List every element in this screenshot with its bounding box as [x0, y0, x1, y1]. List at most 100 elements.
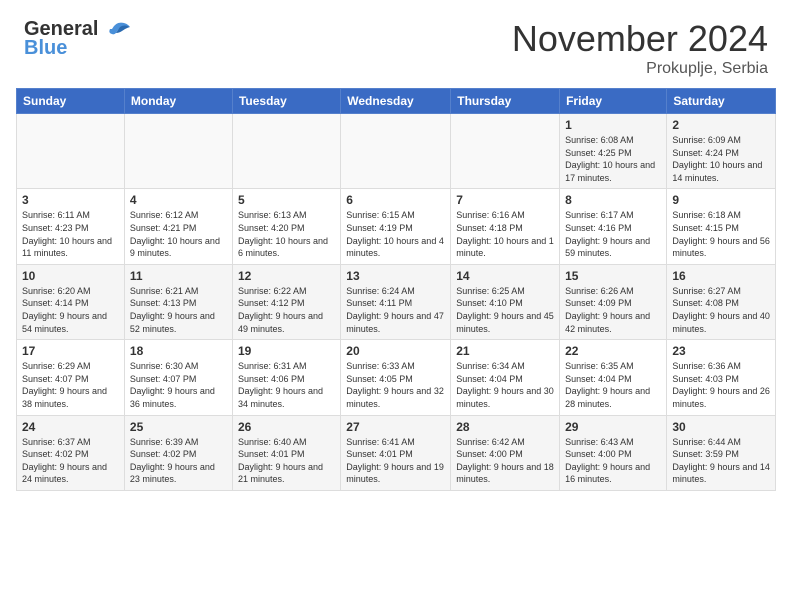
- day-info: Sunrise: 6:41 AM Sunset: 4:01 PM Dayligh…: [346, 436, 445, 486]
- day-number: 12: [238, 269, 335, 283]
- day-number: 21: [456, 344, 554, 358]
- calendar-day-cell: 3 Sunrise: 6:11 AM Sunset: 4:23 PM Daylig…: [17, 189, 125, 264]
- day-info: Sunrise: 6:13 AM Sunset: 4:20 PM Dayligh…: [238, 209, 335, 259]
- day-number: 2: [672, 118, 770, 132]
- calendar-day-cell: 9Sunrise: 6:18 AM Sunset: 4:15 PM Daylig…: [667, 189, 776, 264]
- calendar-day-cell: [341, 114, 451, 189]
- calendar-day-cell: 19 Sunrise: 6:31 AM Sunset: 4:06 PM Dayli…: [232, 340, 340, 415]
- day-number: 14: [456, 269, 554, 283]
- calendar-day-cell: 12 Sunrise: 6:22 AM Sunset: 4:12 PM Dayli…: [232, 264, 340, 339]
- location-subtitle: Prokuplje, Serbia: [512, 60, 768, 78]
- calendar-day-cell: 7Sunrise: 6:16 AM Sunset: 4:18 PM Daylig…: [451, 189, 560, 264]
- calendar-day-cell: 16Sunrise: 6:27 AM Sunset: 4:08 PM Dayli…: [667, 264, 776, 339]
- day-number: 4: [130, 193, 227, 207]
- calendar-day-cell: 29 Sunrise: 6:43 AM Sunset: 4:00 PM Dayli…: [560, 415, 667, 490]
- calendar-header-cell: Friday: [560, 89, 667, 114]
- day-info: Sunrise: 6:43 AM Sunset: 4:00 PM Dayligh…: [565, 436, 661, 486]
- calendar-day-cell: 11 Sunrise: 6:21 AM Sunset: 4:13 PM Dayli…: [124, 264, 232, 339]
- calendar-day-cell: [17, 114, 125, 189]
- calendar-day-cell: 28 Sunrise: 6:42 AM Sunset: 4:00 PM Dayli…: [451, 415, 560, 490]
- title-block: November 2024 Prokuplje, Serbia: [512, 18, 768, 78]
- day-number: 13: [346, 269, 445, 283]
- calendar-day-cell: 26 Sunrise: 6:40 AM Sunset: 4:01 PM Dayli…: [232, 415, 340, 490]
- calendar-header-cell: Sunday: [17, 89, 125, 114]
- calendar-week-row: 3 Sunrise: 6:11 AM Sunset: 4:23 PM Daylig…: [17, 189, 776, 264]
- day-info: Sunrise: 6:34 AM Sunset: 4:04 PM Dayligh…: [456, 360, 554, 410]
- calendar-day-cell: 27Sunrise: 6:41 AM Sunset: 4:01 PM Dayli…: [341, 415, 451, 490]
- calendar-day-cell: 10Sunrise: 6:20 AM Sunset: 4:14 PM Dayli…: [17, 264, 125, 339]
- calendar-table: SundayMondayTuesdayWednesdayThursdayFrid…: [16, 88, 776, 491]
- day-info: Sunrise: 6:31 AM Sunset: 4:06 PM Dayligh…: [238, 360, 335, 410]
- calendar-day-cell: [451, 114, 560, 189]
- day-number: 15: [565, 269, 661, 283]
- day-info: Sunrise: 6:26 AM Sunset: 4:09 PM Dayligh…: [565, 285, 661, 335]
- day-info: Sunrise: 6:21 AM Sunset: 4:13 PM Dayligh…: [130, 285, 227, 335]
- calendar-day-cell: 18 Sunrise: 6:30 AM Sunset: 4:07 PM Dayli…: [124, 340, 232, 415]
- day-info: Sunrise: 6:39 AM Sunset: 4:02 PM Dayligh…: [130, 436, 227, 486]
- logo-text: General Blue: [24, 18, 132, 59]
- calendar-day-cell: 22Sunrise: 6:35 AM Sunset: 4:04 PM Dayli…: [560, 340, 667, 415]
- day-number: 7: [456, 193, 554, 207]
- calendar-header-cell: Thursday: [451, 89, 560, 114]
- day-number: 23: [672, 344, 770, 358]
- day-info: Sunrise: 6:27 AM Sunset: 4:08 PM Dayligh…: [672, 285, 770, 335]
- day-info: Sunrise: 6:42 AM Sunset: 4:00 PM Dayligh…: [456, 436, 554, 486]
- day-info: Sunrise: 6:25 AM Sunset: 4:10 PM Dayligh…: [456, 285, 554, 335]
- day-number: 24: [22, 420, 119, 434]
- calendar-day-cell: 17 Sunrise: 6:29 AM Sunset: 4:07 PM Dayli…: [17, 340, 125, 415]
- day-number: 26: [238, 420, 335, 434]
- day-info: Sunrise: 6:33 AM Sunset: 4:05 PM Dayligh…: [346, 360, 445, 410]
- calendar-day-cell: 20 Sunrise: 6:33 AM Sunset: 4:05 PM Dayli…: [341, 340, 451, 415]
- day-info: Sunrise: 6:44 AM Sunset: 3:59 PM Dayligh…: [672, 436, 770, 486]
- day-number: 3: [22, 193, 119, 207]
- day-info: Sunrise: 6:08 AM Sunset: 4:25 PM Dayligh…: [565, 134, 661, 184]
- day-info: Sunrise: 6:15 AM Sunset: 4:19 PM Dayligh…: [346, 209, 445, 259]
- day-info: Sunrise: 6:17 AM Sunset: 4:16 PM Dayligh…: [565, 209, 661, 259]
- calendar-day-cell: 13 Sunrise: 6:24 AM Sunset: 4:11 PM Dayli…: [341, 264, 451, 339]
- calendar-day-cell: 24 Sunrise: 6:37 AM Sunset: 4:02 PM Dayli…: [17, 415, 125, 490]
- day-number: 19: [238, 344, 335, 358]
- day-number: 9: [672, 193, 770, 207]
- calendar-day-cell: 6 Sunrise: 6:15 AM Sunset: 4:19 PM Daylig…: [341, 189, 451, 264]
- day-info: Sunrise: 6:30 AM Sunset: 4:07 PM Dayligh…: [130, 360, 227, 410]
- day-number: 28: [456, 420, 554, 434]
- calendar-header-cell: Saturday: [667, 89, 776, 114]
- calendar-day-cell: 5 Sunrise: 6:13 AM Sunset: 4:20 PM Daylig…: [232, 189, 340, 264]
- day-info: Sunrise: 6:22 AM Sunset: 4:12 PM Dayligh…: [238, 285, 335, 335]
- day-number: 6: [346, 193, 445, 207]
- day-info: Sunrise: 6:29 AM Sunset: 4:07 PM Dayligh…: [22, 360, 119, 410]
- day-info: Sunrise: 6:11 AM Sunset: 4:23 PM Dayligh…: [22, 209, 119, 259]
- day-number: 30: [672, 420, 770, 434]
- calendar-day-cell: 4 Sunrise: 6:12 AM Sunset: 4:21 PM Daylig…: [124, 189, 232, 264]
- day-number: 20: [346, 344, 445, 358]
- day-number: 17: [22, 344, 119, 358]
- day-info: Sunrise: 6:09 AM Sunset: 4:24 PM Dayligh…: [672, 134, 770, 184]
- calendar-week-row: 1 Sunrise: 6:08 AM Sunset: 4:25 PM Daylig…: [17, 114, 776, 189]
- calendar-header-cell: Tuesday: [232, 89, 340, 114]
- calendar-day-cell: 25 Sunrise: 6:39 AM Sunset: 4:02 PM Dayli…: [124, 415, 232, 490]
- logo: General Blue: [24, 18, 132, 59]
- day-number: 10: [22, 269, 119, 283]
- calendar-day-cell: [124, 114, 232, 189]
- day-number: 29: [565, 420, 661, 434]
- day-number: 25: [130, 420, 227, 434]
- calendar-day-cell: 23 Sunrise: 6:36 AM Sunset: 4:03 PM Dayli…: [667, 340, 776, 415]
- day-info: Sunrise: 6:40 AM Sunset: 4:01 PM Dayligh…: [238, 436, 335, 486]
- calendar-day-cell: [232, 114, 340, 189]
- calendar-wrapper: SundayMondayTuesdayWednesdayThursdayFrid…: [0, 88, 792, 491]
- day-info: Sunrise: 6:24 AM Sunset: 4:11 PM Dayligh…: [346, 285, 445, 335]
- day-number: 11: [130, 269, 227, 283]
- day-number: 18: [130, 344, 227, 358]
- day-info: Sunrise: 6:36 AM Sunset: 4:03 PM Dayligh…: [672, 360, 770, 410]
- calendar-week-row: 24 Sunrise: 6:37 AM Sunset: 4:02 PM Dayli…: [17, 415, 776, 490]
- calendar-day-cell: 14 Sunrise: 6:25 AM Sunset: 4:10 PM Dayli…: [451, 264, 560, 339]
- day-number: 5: [238, 193, 335, 207]
- logo-bird-icon: [106, 19, 132, 41]
- calendar-week-row: 10Sunrise: 6:20 AM Sunset: 4:14 PM Dayli…: [17, 264, 776, 339]
- day-info: Sunrise: 6:35 AM Sunset: 4:04 PM Dayligh…: [565, 360, 661, 410]
- day-info: Sunrise: 6:12 AM Sunset: 4:21 PM Dayligh…: [130, 209, 227, 259]
- day-number: 1: [565, 118, 661, 132]
- calendar-header-row: SundayMondayTuesdayWednesdayThursdayFrid…: [17, 89, 776, 114]
- day-info: Sunrise: 6:37 AM Sunset: 4:02 PM Dayligh…: [22, 436, 119, 486]
- day-number: 8: [565, 193, 661, 207]
